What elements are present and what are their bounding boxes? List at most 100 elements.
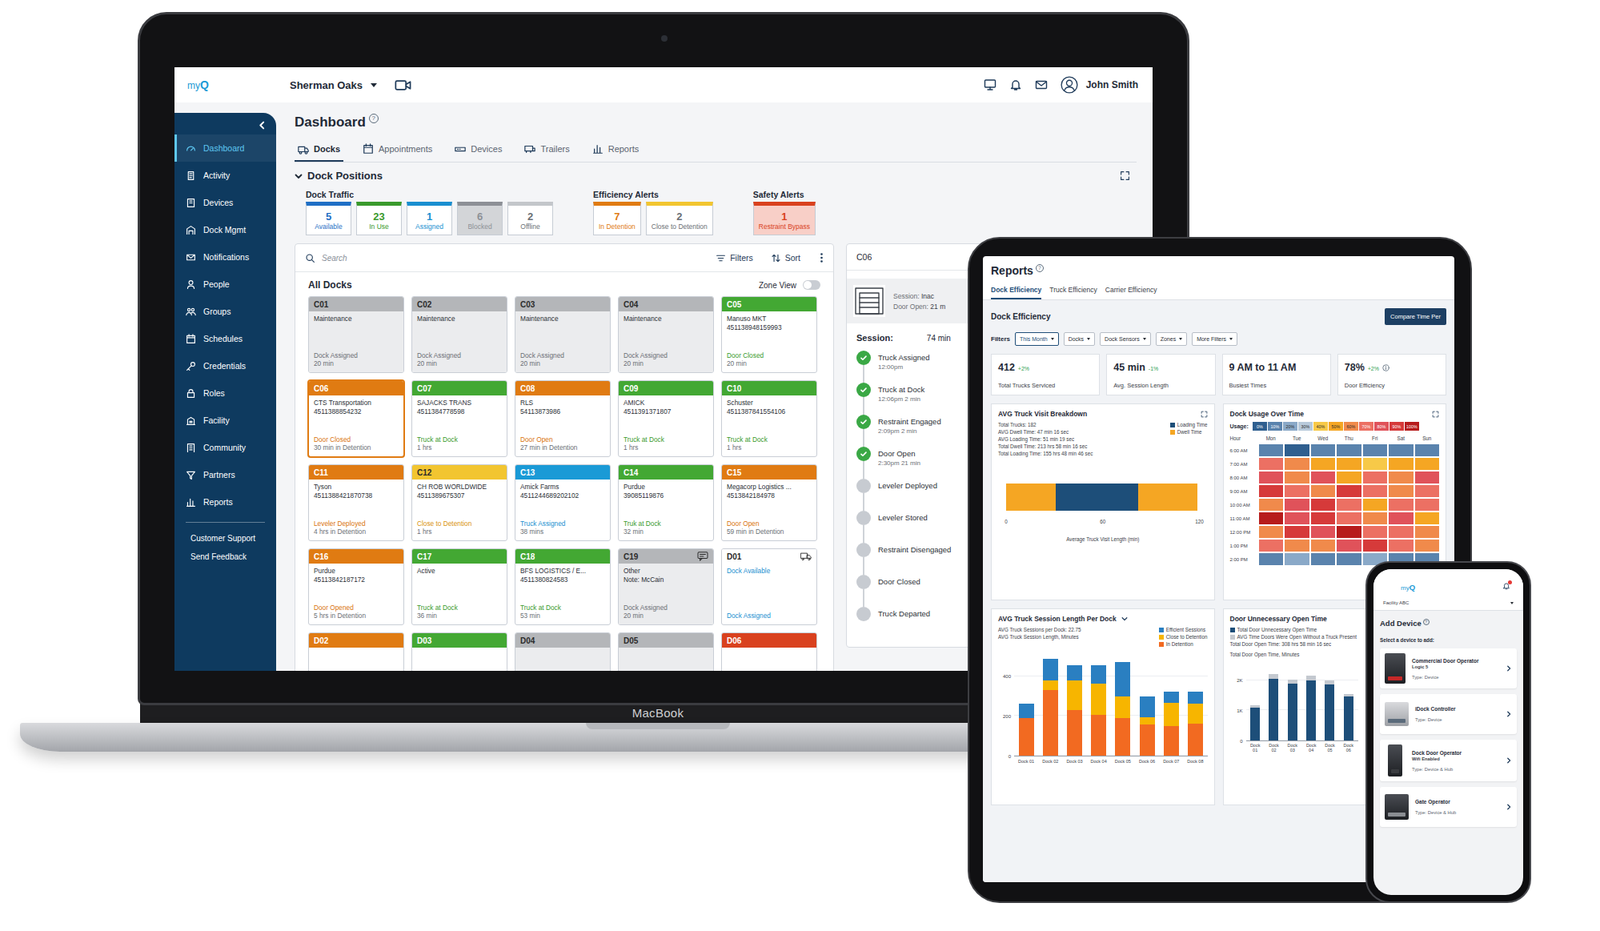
toggle-switch[interactable] <box>802 280 821 290</box>
dock-card[interactable]: D01Dock AvailableDock Assigned <box>721 548 818 626</box>
stacked-bar[interactable] <box>1066 656 1083 756</box>
heatmap-cell[interactable] <box>1415 485 1440 498</box>
stat-tile[interactable]: 5Available <box>305 201 352 236</box>
heatmap-cell[interactable] <box>1388 485 1414 498</box>
sidebar-item[interactable]: Facility <box>174 406 277 434</box>
heatmap-cell[interactable] <box>1388 457 1414 470</box>
heatmap-cell[interactable] <box>1259 512 1284 525</box>
heatmap-cell[interactable] <box>1259 485 1284 498</box>
dock-card[interactable]: D05 <box>617 632 714 671</box>
device-option[interactable]: iDock ControllerType: Device <box>1379 693 1517 734</box>
filter-dropdown[interactable]: More Filters <box>1191 332 1238 346</box>
heatmap-cell[interactable] <box>1284 471 1310 484</box>
dock-card[interactable]: C12CH ROB WORLDWIDE4511389675307Close to… <box>411 464 508 542</box>
heatmap-cell[interactable] <box>1311 485 1336 498</box>
search-field[interactable]: Search <box>321 253 698 263</box>
facility-selector[interactable]: Facility ABC <box>1373 596 1524 611</box>
heatmap-cell[interactable] <box>1336 498 1362 511</box>
dock-card[interactable]: D03 <box>411 632 508 671</box>
myq-logo[interactable]: myQ <box>1400 578 1416 594</box>
dock-card[interactable]: C03MaintenanceDock Assigned20 min <box>514 296 611 373</box>
heatmap-cell[interactable] <box>1363 471 1388 484</box>
filter-dropdown[interactable]: Zones <box>1155 332 1187 346</box>
dock-card[interactable]: C16Purdue45113842187172Door Opened5 hrs … <box>308 548 405 626</box>
bar-segment[interactable] <box>1055 483 1139 511</box>
dock-card[interactable]: D06 <box>721 632 818 671</box>
bar-segment[interactable] <box>1138 483 1198 511</box>
heatmap-cell[interactable] <box>1336 457 1362 470</box>
heatmap-cell[interactable] <box>1311 471 1336 484</box>
fullscreen-icon[interactable] <box>1200 410 1208 418</box>
stat-tile[interactable]: 23In Use <box>356 201 402 236</box>
stacked-bar[interactable] <box>1090 656 1107 756</box>
stat-tile[interactable]: 1Restraint Bypass <box>753 201 816 236</box>
sidebar-item[interactable]: Notifications <box>174 243 277 271</box>
dock-card[interactable]: C08RLS54113873986Door Open27 min in Dete… <box>514 380 611 458</box>
zone-view-toggle[interactable]: Zone View <box>758 280 821 290</box>
heatmap-cell[interactable] <box>1311 457 1336 470</box>
more-options-icon[interactable] <box>819 252 824 264</box>
bar[interactable] <box>1306 665 1316 741</box>
dock-card[interactable]: C13Amick Farms4511244689202102Truck Assi… <box>514 464 611 542</box>
heatmap-cell[interactable] <box>1336 485 1362 498</box>
heatmap-cell[interactable] <box>1259 471 1284 484</box>
heatmap-cell[interactable] <box>1311 525 1336 538</box>
stat-tile[interactable]: 7In Detention <box>593 201 642 236</box>
sidebar-item[interactable]: Community <box>174 433 277 462</box>
heatmap-cell[interactable] <box>1336 444 1362 457</box>
heatmap-cell[interactable] <box>1259 457 1284 470</box>
chevron-down-icon[interactable] <box>1121 615 1128 622</box>
bar[interactable] <box>1324 665 1335 741</box>
video-camera-icon[interactable] <box>394 79 413 92</box>
stacked-bar[interactable] <box>1042 656 1059 756</box>
heatmap-cell[interactable] <box>1363 457 1388 470</box>
heatmap-cell[interactable] <box>1415 444 1440 457</box>
stacked-bar[interactable] <box>1163 656 1179 756</box>
dock-card[interactable]: C06CTS Transportation4511388854232Door C… <box>308 380 405 458</box>
dock-card[interactable]: D02 <box>308 632 405 671</box>
heatmap-cell[interactable] <box>1415 457 1440 470</box>
fullscreen-icon[interactable] <box>1119 170 1131 181</box>
heatmap-cell[interactable] <box>1311 539 1336 552</box>
stat-tile[interactable]: 6Blocked <box>457 201 503 236</box>
tab[interactable]: Reports <box>589 137 643 162</box>
heatmap-cell[interactable] <box>1336 512 1362 525</box>
filter-dropdown[interactable]: Docks <box>1063 332 1095 346</box>
tab[interactable]: Appointments <box>359 137 436 162</box>
sidebar-item[interactable]: Activity <box>174 161 277 189</box>
heatmap-cell[interactable] <box>1363 498 1388 511</box>
heatmap-cell[interactable] <box>1284 512 1310 525</box>
stacked-bar[interactable] <box>1018 656 1035 756</box>
device-option[interactable]: Gate OperatorType: Device & Hub <box>1379 786 1517 827</box>
help-icon[interactable]: ? <box>1035 264 1044 273</box>
sidebar-item[interactable]: Credentials <box>174 352 277 380</box>
heatmap-cell[interactable] <box>1284 485 1310 498</box>
dock-card[interactable]: C02MaintenanceDock Assigned20 min <box>411 296 508 373</box>
dock-card[interactable]: C14Purdue39085119876Truk at Dock32 min <box>617 464 714 542</box>
heatmap-cell[interactable] <box>1336 471 1362 484</box>
section-header[interactable]: Dock Positions <box>294 169 1137 182</box>
heatmap-cell[interactable] <box>1259 525 1284 538</box>
device-option[interactable]: Commercial Door OperatorLogic 5Type: Dev… <box>1379 648 1517 689</box>
bell-icon[interactable] <box>1009 78 1023 92</box>
heatmap-cell[interactable] <box>1388 444 1414 457</box>
dock-card[interactable]: C11Tyson4511388421870738Leveler Deployed… <box>308 464 405 542</box>
compare-button[interactable]: Compare Time Per <box>1384 308 1447 325</box>
heatmap-cell[interactable] <box>1363 525 1388 538</box>
dock-card[interactable]: C05Manuso MKT451138948159993Door Closed2… <box>721 296 818 373</box>
heatmap-cell[interactable] <box>1284 525 1310 538</box>
sidebar-link[interactable]: Send Feedback <box>174 547 277 566</box>
stacked-bar[interactable] <box>1187 656 1204 756</box>
heatmap-cell[interactable] <box>1388 539 1414 552</box>
sidebar-link[interactable]: Customer Support <box>174 529 277 548</box>
heatmap-cell[interactable] <box>1284 539 1310 552</box>
dock-card[interactable]: C01MaintenanceDock Assigned20 min <box>308 296 405 373</box>
sidebar-item[interactable]: Dock Mgmt <box>174 216 277 244</box>
stacked-bar[interactable] <box>1139 656 1155 756</box>
dock-card[interactable]: C17ActiveTruck at Dock36 min <box>411 548 508 626</box>
heatmap-cell[interactable] <box>1311 512 1336 525</box>
filters-button[interactable]: Filters <box>715 252 754 264</box>
help-icon[interactable]: ? <box>1423 618 1430 626</box>
tab[interactable]: Trailers <box>521 137 573 162</box>
dock-card[interactable]: C07SAJACKS TRANS4511384778598Truck at Do… <box>411 380 508 458</box>
